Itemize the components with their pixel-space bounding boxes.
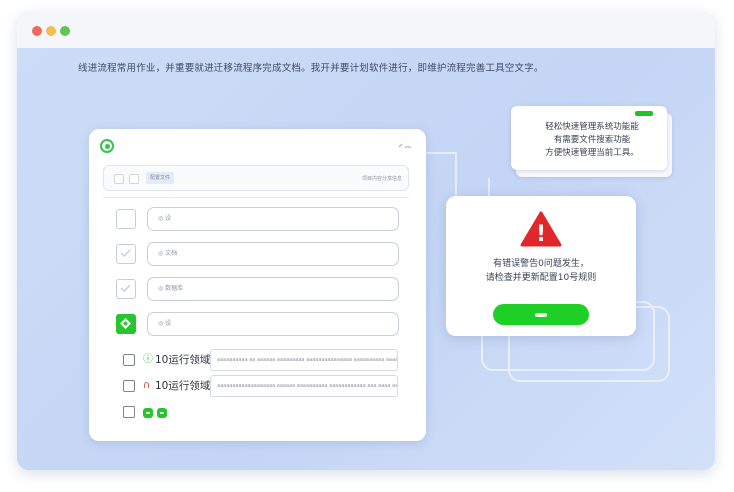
item-label: 10运行领域 — [155, 354, 211, 366]
item-description: aaaaaaaaaaaaaaaaaaa aaaaaa aaaaaaaaaa aa… — [210, 375, 398, 397]
note-line: 方便快速管理当前工具。 — [545, 148, 639, 158]
row-checkbox[interactable] — [116, 209, 136, 229]
item-label: 10运行领域 — [155, 380, 211, 392]
panel-divider — [103, 197, 409, 198]
alert-arc-icon: ∩ — [143, 380, 151, 391]
item-checkbox[interactable] — [123, 380, 135, 392]
toolbar-right-label: 项目内容分享信息 — [361, 176, 402, 182]
alert-confirm-button[interactable] — [493, 304, 589, 325]
alert-button-label-icon — [535, 312, 547, 317]
warning-glyph: ! — [536, 222, 546, 247]
alert-line-1: 有错误警告0问题发生， — [493, 259, 589, 269]
row-checkbox[interactable] — [116, 314, 136, 334]
active-diamond-icon — [120, 318, 131, 329]
toolbar-forward-button[interactable] — [129, 174, 139, 184]
item-checkbox[interactable] — [123, 354, 135, 366]
add-item-icon[interactable] — [143, 408, 153, 418]
note-line: 有需要文件搜索功能 — [553, 135, 631, 145]
panel-menu-icon[interactable] — [398, 139, 412, 149]
add-row-checkbox[interactable] — [123, 406, 135, 418]
toolbar-back-button[interactable] — [114, 174, 124, 184]
row-input-field[interactable]: ◎ 设 — [147, 312, 399, 336]
item-description: aaaaaaaaaa aa aaaaaa aaaaaaaaa aaaaaaaaa… — [210, 349, 398, 371]
minimize-window-dot[interactable] — [46, 26, 56, 36]
confirm-item-icon[interactable] — [157, 408, 167, 418]
connector-line — [426, 152, 456, 154]
row-input-field[interactable]: ◎ 设 — [147, 207, 399, 231]
page-headline: 线进流程常用作业，并重要就进迁移流程序完成文档。我开并要计划软件进行，即维护流程… — [78, 63, 544, 74]
alert-line-2: 请检查并更新配置10号规则 — [485, 273, 597, 283]
title-bar — [17, 12, 715, 49]
check-icon — [120, 284, 131, 292]
note-text: 轻松快速管理系统功能能 有需要文件搜索功能 方便快速管理当前工具。 — [522, 121, 662, 160]
connector-line — [455, 152, 457, 196]
row-input-field[interactable]: ◎ 数据库 — [147, 277, 399, 301]
panel-toolbar: 配置文件 项目内容分享信息 — [103, 165, 409, 191]
note-line: 轻松快速管理系统功能能 — [545, 122, 639, 132]
note-status-bar — [635, 111, 653, 116]
row-checkbox[interactable] — [116, 244, 136, 264]
toolbar-chip[interactable]: 配置文件 — [146, 172, 175, 184]
app-logo-icon — [100, 139, 114, 153]
row-checkbox[interactable] — [116, 279, 136, 299]
info-icon: ⓘ — [143, 354, 153, 365]
close-window-dot[interactable] — [32, 26, 42, 36]
maximize-window-dot[interactable] — [60, 26, 70, 36]
check-icon — [120, 249, 131, 257]
warning-icon: ! — [520, 211, 562, 247]
row-input-field[interactable]: ◎ 文档 — [147, 242, 399, 266]
alert-message: 有错误警告0问题发生， 请检查并更新配置10号规则 — [454, 257, 628, 285]
connector-line — [488, 178, 490, 196]
